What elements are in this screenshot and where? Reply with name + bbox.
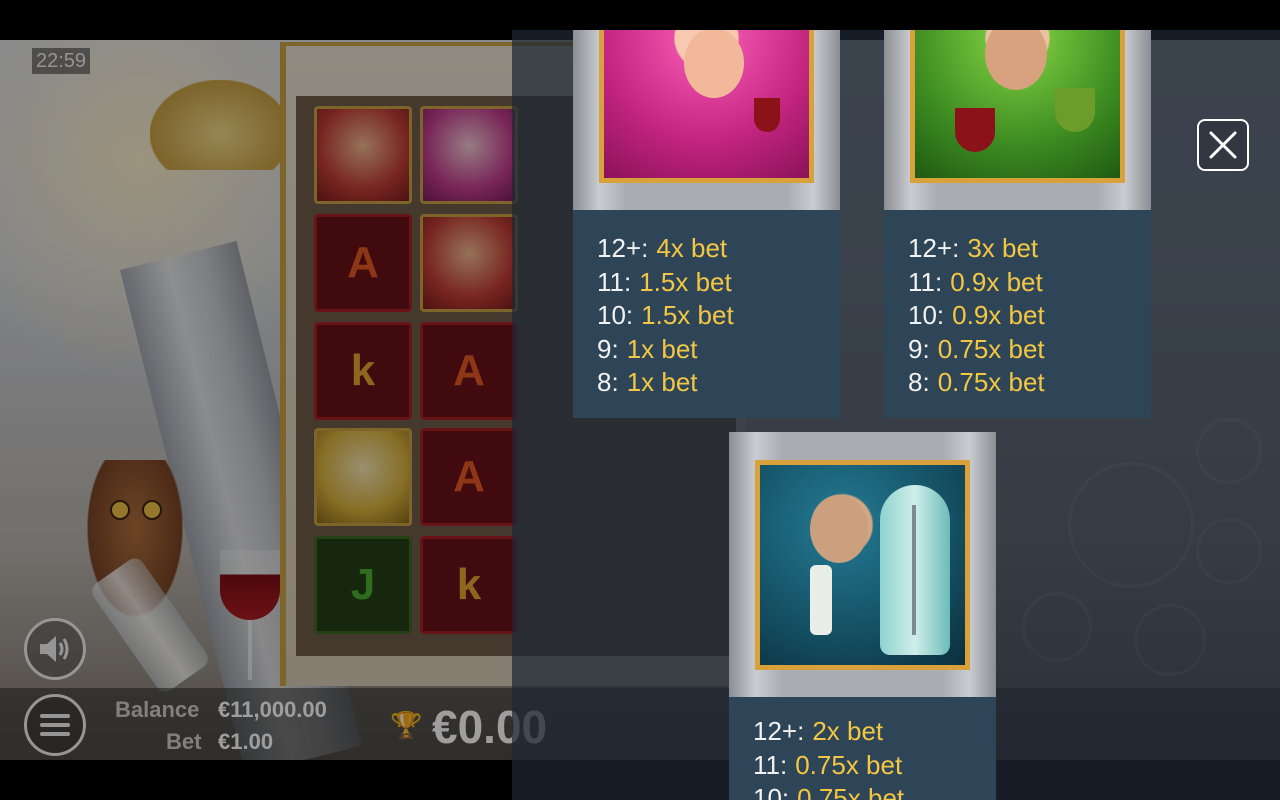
paytable-card: 12+: 2x bet 11: 0.75x bet 10: 0.75x bet xyxy=(729,432,996,800)
symbol-image-frame xyxy=(884,30,1151,210)
payout-row: 8: 1x bet xyxy=(597,366,840,400)
payout-value: 0.75x bet xyxy=(937,333,1045,364)
payout-value: 2x bet xyxy=(812,716,884,746)
payout-value: 4x bet xyxy=(656,233,728,263)
payout-value: 1.5x bet xyxy=(639,266,732,297)
payout-row: 11: 1.5x bet xyxy=(597,266,840,300)
match-count: 9: xyxy=(597,333,619,364)
payout-row: 8: 0.75x bet xyxy=(908,366,1151,400)
payout-row: 11: 0.75x bet xyxy=(753,749,996,783)
payout-row: 9: 0.75x bet xyxy=(908,333,1151,367)
symbol-image-frame xyxy=(573,30,840,210)
payout-value: 0.75x bet xyxy=(797,783,905,800)
match-count: 11: xyxy=(908,266,943,297)
match-count: 10: xyxy=(597,300,634,331)
match-count: 10: xyxy=(908,300,945,331)
payout-value: 3x bet xyxy=(967,233,1039,263)
red-wine-glass-icon xyxy=(955,108,995,152)
match-count: 12+: xyxy=(597,233,649,263)
bottle-icon xyxy=(810,565,832,635)
match-count: 12+: xyxy=(753,716,805,746)
payout-list: 12+: 3x bet 11: 0.9x bet 10: 0.9x bet 9: 0.7… xyxy=(884,210,1151,418)
payout-row: 12+: 2x bet xyxy=(753,715,996,749)
payout-value: 0.9x bet xyxy=(952,300,1045,331)
symbol-face xyxy=(684,30,744,98)
green-wine-god-symbol xyxy=(910,30,1125,183)
payout-row: 12+: 3x bet xyxy=(908,232,1151,266)
sea-god-surfboard-symbol xyxy=(755,460,970,670)
paytable-card: 12+: 4x bet 11: 1.5x bet 10: 1.5x bet 9: 1x … xyxy=(573,30,840,418)
paytable-panel[interactable]: 12+: 4x bet 11: 1.5x bet 10: 1.5x bet 9: 1x … xyxy=(512,30,1280,800)
wine-glass-icon xyxy=(754,98,780,132)
payout-list: 12+: 4x bet 11: 1.5x bet 10: 1.5x bet 9: 1x … xyxy=(573,210,840,418)
match-count: 11: xyxy=(753,749,788,780)
payout-row: 10: 0.9x bet xyxy=(908,299,1151,333)
payout-value: 0.75x bet xyxy=(937,367,1045,398)
match-count: 10: xyxy=(753,783,790,800)
payout-row: 11: 0.9x bet xyxy=(908,266,1151,300)
payout-value: 1x bet xyxy=(626,333,698,364)
symbol-image-frame xyxy=(729,432,996,697)
payout-row: 12+: 4x bet xyxy=(597,232,840,266)
pink-goddess-symbol xyxy=(599,30,814,183)
payout-value: 0.75x bet xyxy=(795,749,903,780)
payout-row: 9: 1x bet xyxy=(597,333,840,367)
payout-list: 12+: 2x bet 11: 0.75x bet 10: 0.75x bet xyxy=(729,697,996,800)
match-count: 12+: xyxy=(908,233,960,263)
paytable-card: 12+: 3x bet 11: 0.9x bet 10: 0.9x bet 9: 0.7… xyxy=(884,30,1151,418)
payout-row: 10: 0.75x bet xyxy=(753,782,996,800)
match-count: 8: xyxy=(908,367,930,398)
symbol-face xyxy=(810,495,868,563)
close-icon xyxy=(1209,131,1237,159)
payout-value: 1x bet xyxy=(626,367,698,398)
payout-value: 0.9x bet xyxy=(950,266,1043,297)
close-button[interactable] xyxy=(1197,119,1249,171)
payout-value: 1.5x bet xyxy=(641,300,734,331)
symbol-face xyxy=(985,30,1047,90)
match-count: 11: xyxy=(597,266,632,297)
green-wine-glass-icon xyxy=(1055,88,1095,132)
match-count: 9: xyxy=(908,333,930,364)
payout-row: 10: 1.5x bet xyxy=(597,299,840,333)
trident-icon xyxy=(912,505,916,635)
match-count: 8: xyxy=(597,367,619,398)
